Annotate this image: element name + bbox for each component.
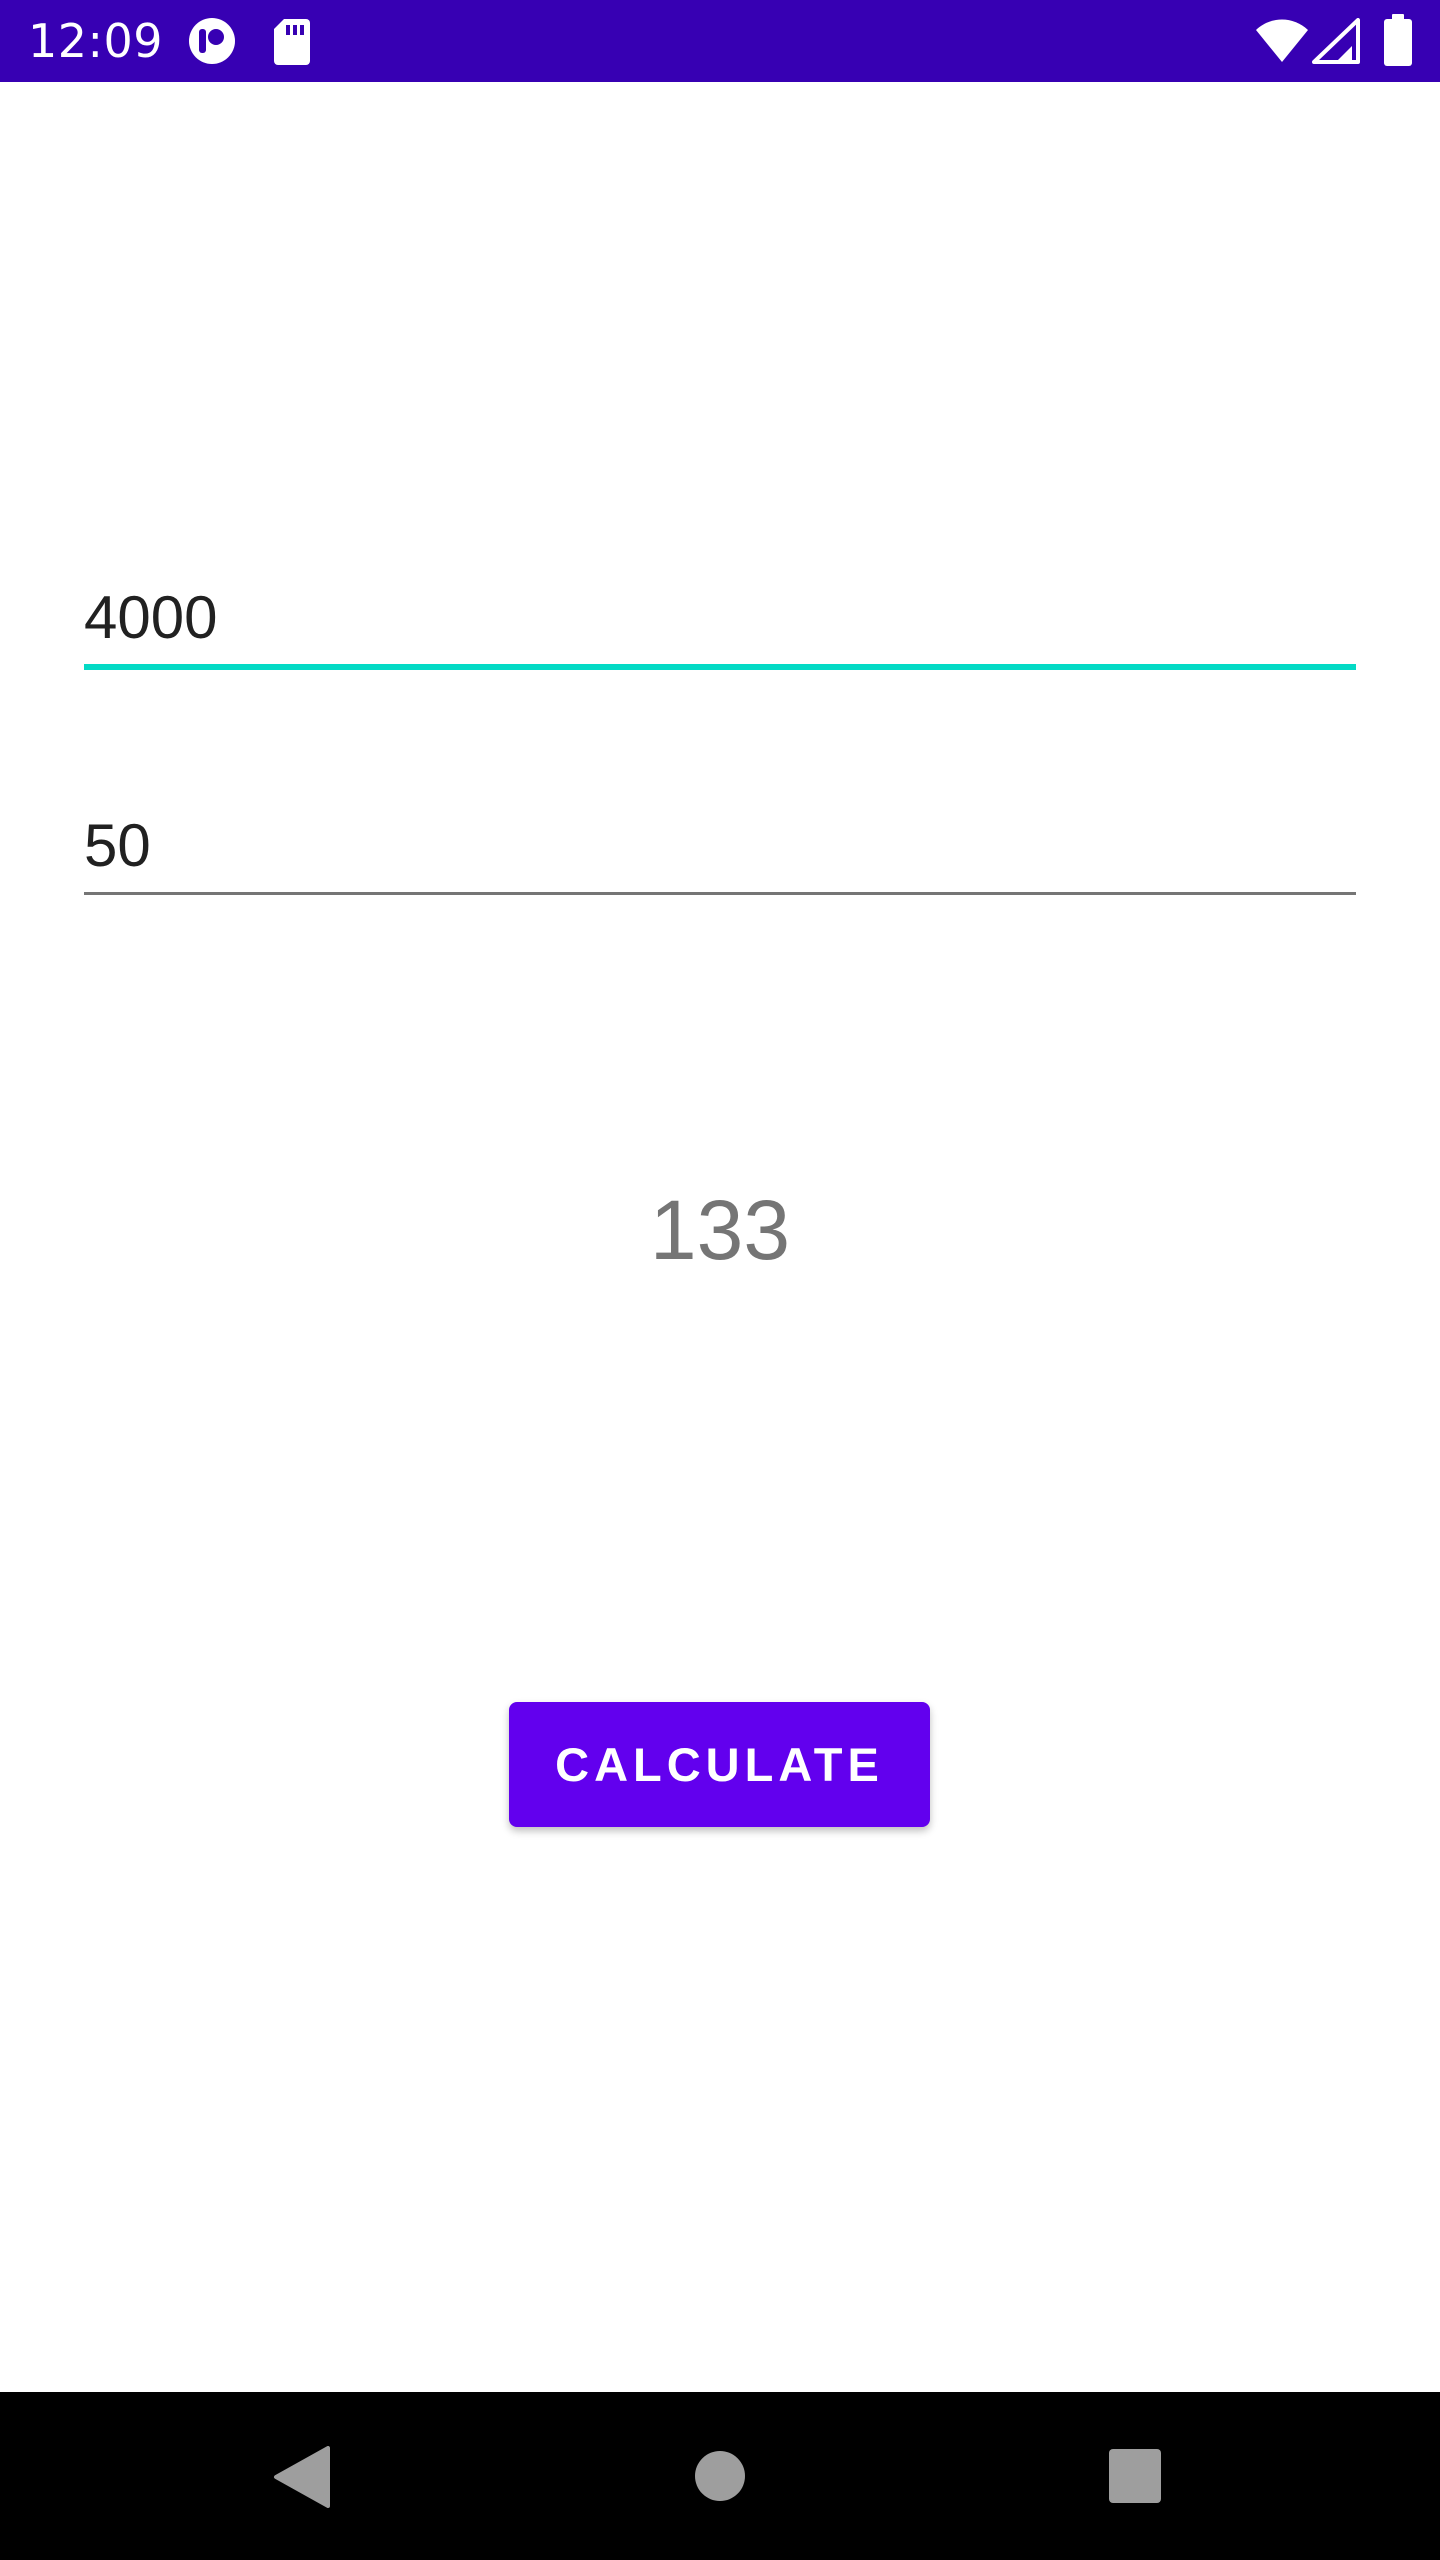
result-text: 133	[649, 1183, 791, 1277]
amount-input-value[interactable]: 4000	[84, 578, 217, 658]
wifi-icon	[1256, 19, 1308, 62]
recents-icon[interactable]	[1108, 2448, 1162, 2504]
amount-field[interactable]: 4000	[84, 578, 1356, 674]
percent-input-value[interactable]: 50	[84, 806, 151, 886]
app-notification-icon	[189, 18, 235, 64]
app-screen: 12:09 4000 50 133 CALCULATE	[0, 0, 1440, 2560]
calculate-button[interactable]: CALCULATE	[509, 1702, 930, 1827]
navigation-bar	[0, 2392, 1440, 2560]
battery-icon	[1384, 14, 1412, 66]
home-icon[interactable]	[694, 2450, 746, 2502]
amount-field-underline	[84, 664, 1356, 670]
percent-field-underline	[84, 892, 1356, 895]
status-bar: 12:09	[0, 0, 1440, 82]
status-time: 12:09	[28, 14, 164, 68]
back-icon[interactable]	[272, 2446, 332, 2508]
cell-signal-icon	[1312, 18, 1360, 64]
sd-card-icon	[274, 19, 310, 65]
percent-field[interactable]: 50	[84, 806, 1356, 902]
